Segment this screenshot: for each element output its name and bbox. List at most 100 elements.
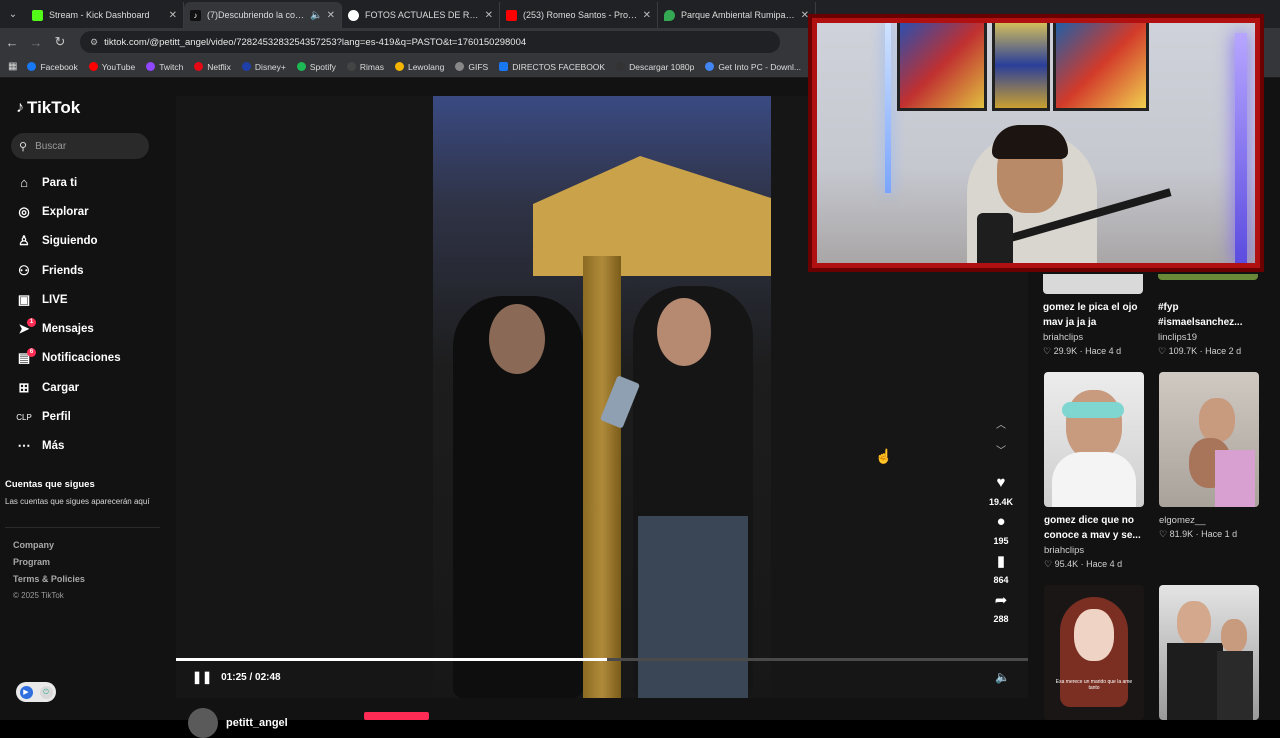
video-card-author[interactable]: elgomez__ xyxy=(1159,515,1259,526)
speaker-icon[interactable]: 🔈 xyxy=(310,10,322,21)
footer-link-program[interactable]: Program xyxy=(13,557,85,567)
video-card[interactable]: elgomez__ ♡ 81.9K · Hace 1 d xyxy=(1159,372,1259,540)
poster-right xyxy=(1053,23,1149,111)
video-thumbnail[interactable] xyxy=(1044,372,1144,507)
close-icon[interactable]: ✕ xyxy=(327,10,335,21)
url-input[interactable]: ⚙ tiktok.com/@petitt_angel/video/7282453… xyxy=(80,31,780,53)
video-thumbnail[interactable] xyxy=(1043,274,1143,294)
video-thumbnail[interactable]: Esa merece un marido que la ame tanto xyxy=(1044,585,1144,720)
lewolang-icon xyxy=(394,62,404,71)
video-thumbnail[interactable] xyxy=(1158,274,1258,280)
author-name[interactable]: petitt_angel xyxy=(226,717,288,729)
sidebar-item-notificaciones[interactable]: ▤ 6 Notificaciones xyxy=(15,344,160,373)
mouse-cursor-icon: ☝ xyxy=(875,448,893,464)
tab-google-fotos[interactable]: FOTOS ACTUALES DE RUMIPAMBA ✕ xyxy=(342,2,500,28)
close-icon[interactable]: ✕ xyxy=(643,10,651,21)
home-icon: ⌂ xyxy=(20,175,28,191)
video-card-author[interactable]: linclips19 xyxy=(1158,332,1258,343)
bookmark-directos-facebook[interactable]: DIRECTOS FACEBOOK xyxy=(499,62,605,72)
video-card-meta: ♡ 109.7K · Hace 2 d xyxy=(1158,346,1242,356)
tiktok-logo[interactable]: ♪ TikTok xyxy=(16,98,80,118)
extension-toggle[interactable]: ▶ ⏻ xyxy=(16,682,56,702)
footer-link-company[interactable]: Company xyxy=(13,540,85,550)
save-action[interactable]: ▮ 864 xyxy=(983,552,1019,585)
heart-outline-icon: ♡ xyxy=(1043,346,1052,356)
sidebar-item-live[interactable]: ▣ LIVE xyxy=(15,285,160,314)
back-icon[interactable]: ← xyxy=(0,35,24,50)
video-card[interactable]: gomez le pica el ojo mav ja ja ja briahc… xyxy=(1043,274,1143,357)
close-icon[interactable]: ✕ xyxy=(485,10,493,21)
bookmark-lewolang[interactable]: Lewolang xyxy=(394,62,444,72)
video-card-author[interactable]: briahclips xyxy=(1044,545,1144,556)
follow-button[interactable] xyxy=(364,712,429,720)
youtube-icon xyxy=(88,62,98,71)
video-card-meta: ♡ 29.9K · Hace 4 d xyxy=(1043,346,1122,356)
tab-youtube-romeo[interactable]: (253) Romeo Santos - Propuesta ✕ xyxy=(500,2,658,28)
tab-search-button[interactable]: ⌄ xyxy=(0,0,26,28)
following-icon: ♙ xyxy=(18,233,30,249)
search-input[interactable]: ⚲ Buscar xyxy=(11,133,149,159)
sidebar-item-friends[interactable]: ⚇ Friends xyxy=(15,256,160,285)
bookmark-getintopc[interactable]: Get Into PC - Downl... xyxy=(705,62,801,72)
share-action[interactable]: ➦ 288 xyxy=(983,591,1019,624)
bookmark-spotify[interactable]: Spotify xyxy=(296,62,336,72)
video-card-author[interactable]: briahclips xyxy=(1043,332,1143,343)
video-frame[interactable] xyxy=(433,96,771,698)
bookmark-twitch[interactable]: Twitch xyxy=(146,62,183,72)
sidebar-item-cargar[interactable]: ⊞ Cargar xyxy=(15,373,160,402)
progress-fill xyxy=(176,658,608,661)
tab-maps-parque[interactable]: Parque Ambiental Rumipamba ✕ xyxy=(658,2,816,28)
notifications-badge: 6 xyxy=(27,347,36,357)
sidebar-item-mas[interactable]: ⋯ Más xyxy=(15,432,160,461)
sidebar-item-para-ti[interactable]: ⌂ Para ti xyxy=(15,168,160,197)
bookmark-descargar[interactable]: Descargar 1080p xyxy=(616,62,694,72)
profile-icon: CLP xyxy=(16,412,32,422)
sidebar-item-perfil[interactable]: CLP Perfil xyxy=(15,402,160,431)
video-card[interactable]: #fyp #ismaelsanchez... linclips19 ♡ 109.… xyxy=(1158,274,1258,357)
comment-action[interactable]: ● 195 xyxy=(983,513,1019,546)
video-thumbnail[interactable] xyxy=(1159,372,1259,507)
friends-icon: ⚇ xyxy=(18,262,30,278)
volume-icon[interactable]: 🔈 xyxy=(995,670,1010,684)
sidebar-item-siguiendo[interactable]: ♙ Siguiendo xyxy=(15,227,160,256)
video-thumbnail[interactable] xyxy=(1159,585,1259,720)
led-strip-right xyxy=(1235,33,1247,263)
bookmark-rimas[interactable]: Rimas xyxy=(346,62,384,72)
close-icon[interactable]: ✕ xyxy=(169,10,177,21)
video-scene-face-left xyxy=(489,304,545,374)
video-card-meta: ♡ 95.4K · Hace 4 d xyxy=(1044,559,1123,569)
apps-grid-icon[interactable]: ▦ xyxy=(8,61,17,72)
heart-icon: ♥ xyxy=(996,474,1006,491)
thumb-face-top xyxy=(1199,398,1235,442)
chevron-up-icon[interactable]: ︿ xyxy=(983,416,1019,442)
pause-icon[interactable]: ❚❚ xyxy=(192,670,212,684)
progress-bar[interactable] xyxy=(176,658,1028,661)
bookmark-icon: ▮ xyxy=(996,553,1006,570)
netflix-icon xyxy=(194,62,204,71)
thumb-face xyxy=(1074,609,1114,661)
bookmark-netflix[interactable]: Netflix xyxy=(194,62,231,72)
like-action[interactable]: ♥ 19.4K xyxy=(983,474,1019,507)
messages-badge: 1 xyxy=(27,318,36,328)
video-card[interactable] xyxy=(1159,585,1259,720)
site-info-icon[interactable]: ⚙ xyxy=(90,37,98,48)
footer-link-terms[interactable]: Terms & Policies xyxy=(13,574,85,584)
comment-icon: ● xyxy=(996,513,1006,530)
bookmark-youtube[interactable]: YouTube xyxy=(88,62,135,72)
bookmark-gifs[interactable]: GIFS xyxy=(455,62,488,72)
forward-icon[interactable]: → xyxy=(24,35,48,50)
playback-controls: ❚❚ 01:25 / 02:48 xyxy=(192,670,281,684)
share-count: 288 xyxy=(993,614,1009,624)
video-card[interactable]: gomez dice que no conoce a mav y se... b… xyxy=(1044,372,1144,570)
sidebar-item-mensajes[interactable]: ➤ 1 Mensajes xyxy=(15,314,160,343)
tab-kick-dashboard[interactable]: Stream - Kick Dashboard ✕ xyxy=(26,2,184,28)
sidebar-item-explorar[interactable]: ◎ Explorar xyxy=(15,197,160,226)
chevron-down-icon[interactable]: ﹀ xyxy=(983,442,1019,468)
tab-tiktok[interactable]: ♪ (7)Descubriendo la comida 🔈 ✕ xyxy=(184,2,342,28)
avatar[interactable] xyxy=(188,708,218,738)
bookmark-facebook[interactable]: Facebook xyxy=(27,62,78,72)
bookmark-disney[interactable]: Disney+ xyxy=(241,62,286,72)
reload-icon[interactable]: ↻ xyxy=(48,34,72,50)
kick-favicon-icon xyxy=(32,9,43,21)
video-card[interactable]: Esa merece un marido que la ame tanto xyxy=(1044,585,1144,720)
